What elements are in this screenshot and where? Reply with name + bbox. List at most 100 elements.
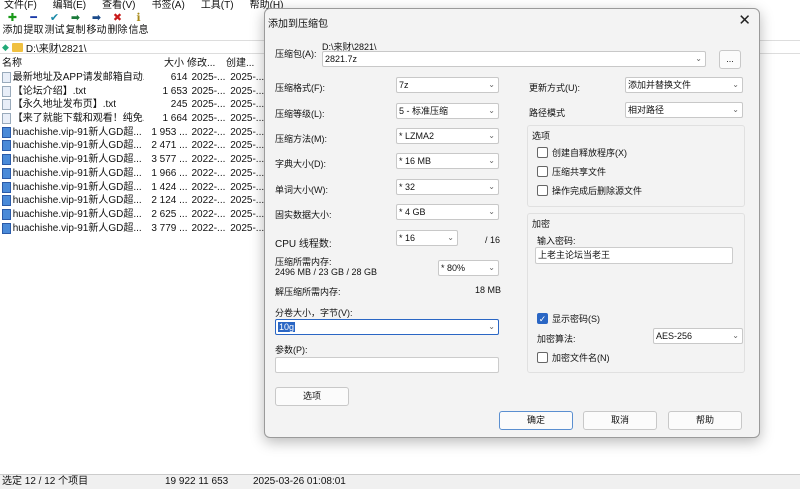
toolbar-button[interactable]: ➡ 移动 <box>86 12 107 38</box>
update-mode-select[interactable]: 添加并替换文件 ⌄ <box>625 77 743 93</box>
chevron-down-icon: ⌄ <box>488 80 495 89</box>
split-size-combo[interactable]: 10g ⌄ <box>275 319 499 335</box>
column-created[interactable]: 创建... <box>224 57 264 71</box>
checkbox-box <box>537 185 548 196</box>
compress-memory-value: 2496 MB / 23 GB / 28 GB <box>275 267 378 277</box>
toolbar-button[interactable]: ➡ 复制 <box>65 12 86 38</box>
file-row[interactable]: huachishe.vip-91新人GD超... 1 966 ... 2022-..… <box>0 167 265 181</box>
method-label: 压缩方法(M): <box>275 134 327 144</box>
file-row[interactable]: huachishe.vip-91新人GD超... 2 625 ... 2022-..… <box>0 208 265 222</box>
file-name: 【论坛介绍】.txt <box>12 85 87 97</box>
file-size: 614 <box>170 72 188 83</box>
solid-block-select[interactable]: * 4 GB ⌄ <box>396 204 499 220</box>
file-row[interactable]: huachishe.vip-91新人GD超... 1 953 ... 2022-..… <box>0 126 265 140</box>
file-row[interactable]: huachishe.vip-91新人GD超... 2 124 ... 2022-..… <box>0 194 265 208</box>
cancel-button[interactable]: 取消 <box>583 411 657 430</box>
parameters-input[interactable] <box>275 357 499 373</box>
text-file-icon <box>2 85 11 97</box>
column-modified[interactable]: 修改... <box>184 57 224 71</box>
folder-icon <box>11 42 23 52</box>
image-file-icon <box>2 126 11 138</box>
chevron-down-icon: ⌄ <box>732 80 739 89</box>
file-row[interactable]: 【永久地址发布页】.txt 245 2025-... 2025-... <box>0 98 265 112</box>
shared-files-checkbox[interactable]: 压缩共享文件 <box>537 165 606 178</box>
solid-block-value: * 4 GB <box>399 207 426 217</box>
delete-after-checkbox[interactable]: 操作完成后删除源文件 <box>537 184 642 197</box>
file-row[interactable]: huachishe.vip-91新人GD超... 2 471 ... 2022-..… <box>0 139 265 153</box>
file-modified: 2025-... <box>191 85 226 97</box>
encrypt-names-checkbox[interactable]: 加密文件名(N) <box>537 351 610 364</box>
path-mode-select[interactable]: 相对路径 ⌄ <box>625 102 743 118</box>
file-name: huachishe.vip-91新人GD超... <box>12 126 142 138</box>
menu-item[interactable]: 书签(A) <box>151 0 190 12</box>
status-selection: 选定 12 / 12 个项目 <box>2 476 89 487</box>
chevron-down-icon: ⌄ <box>695 54 702 63</box>
toolbar-button[interactable]: ℹ 信息 <box>128 12 149 38</box>
encrypt-names-label: 加密文件名(N) <box>552 353 610 363</box>
checkbox-box <box>537 166 548 177</box>
chevron-down-icon: ⌄ <box>488 106 495 115</box>
menu-item[interactable]: 工具(T) <box>201 0 240 12</box>
word-size-select[interactable]: * 32 ⌄ <box>396 179 499 195</box>
help-button[interactable]: 帮助 <box>668 411 742 430</box>
menu-item[interactable]: 文件(F) <box>4 0 43 12</box>
image-file-icon <box>2 140 11 152</box>
toolbar-button[interactable]: ✚ 添加 <box>2 12 23 38</box>
file-created: 2025-... <box>230 113 265 125</box>
file-name: 【永久地址发布页】.txt <box>12 99 117 111</box>
text-file-icon <box>2 72 11 83</box>
password-input[interactable]: 上老主论坛当老王 <box>535 247 733 264</box>
method-select[interactable]: * LZMA2 ⌄ <box>396 128 499 144</box>
image-file-icon <box>2 222 11 234</box>
file-row[interactable]: huachishe.vip-91新人GD超... 1 424 ... 2022-..… <box>0 181 265 195</box>
toolbar-button[interactable]: ━ 提取 <box>23 12 44 38</box>
toolbar-button-label: 复制 <box>65 25 86 36</box>
toolbar-button[interactable]: ✖ 删除 <box>107 12 128 38</box>
memory-percent-select[interactable]: * 80% ⌄ <box>438 260 499 276</box>
sfx-checkbox[interactable]: 创建自释放程序(X) <box>537 146 627 159</box>
path-mode-value: 相对路径 <box>628 105 665 115</box>
dictionary-value: * 16 MB <box>399 156 432 166</box>
password-label: 输入密码: <box>537 236 576 246</box>
chevron-down-icon: ⌄ <box>488 156 495 165</box>
toolbar-button-label: 测试 <box>44 25 65 36</box>
file-size: 1 424 ... <box>151 181 188 193</box>
column-name[interactable]: 名称 <box>0 57 148 71</box>
file-modified: 2025-... <box>191 113 226 125</box>
column-size[interactable]: 大小 <box>148 57 184 71</box>
archive-name-combo[interactable]: 2821.7z ⌄ <box>322 51 706 67</box>
options-button[interactable]: 选项 <box>275 387 349 406</box>
encryption-method-select[interactable]: AES-256 ⌄ <box>653 328 743 344</box>
cpu-threads-select[interactable]: * 16 ⌄ <box>396 230 458 246</box>
move-arrow-icon: ➡ <box>91 12 102 24</box>
file-name: huachishe.vip-91新人GD超... <box>12 140 142 152</box>
file-created: 2025-... <box>230 72 265 83</box>
folder-up-icon[interactable]: ◆ <box>2 42 9 53</box>
level-select[interactable]: 5 - 标准压缩 ⌄ <box>396 103 499 119</box>
ok-button[interactable]: 确定 <box>499 411 573 430</box>
file-row[interactable]: 最新地址及APP请发邮箱自动... 614 2025-... 2025-... <box>0 71 265 85</box>
file-name: huachishe.vip-91新人GD超... <box>12 222 142 234</box>
browse-button[interactable]: ... <box>719 50 741 69</box>
file-row[interactable]: huachishe.vip-91新人GD超... 3 577 ... 2022-..… <box>0 153 265 167</box>
encryption-group-title: 加密 <box>532 219 551 229</box>
show-password-checkbox[interactable]: ✓ 显示密码(S) <box>537 312 600 325</box>
format-select[interactable]: 7z ⌄ <box>396 77 499 93</box>
copy-arrow-icon: ➡ <box>70 12 81 24</box>
toolbar-button-label: 添加 <box>2 25 23 36</box>
menu-item[interactable]: 编辑(E) <box>53 0 92 12</box>
file-row[interactable]: huachishe.vip-91新人GD超... 3 779 ... 2022-..… <box>0 222 265 236</box>
file-row[interactable]: 【来了就能下载和观看！纯免... 1 664 2025-... 2025-... <box>0 112 265 126</box>
dictionary-select[interactable]: * 16 MB ⌄ <box>396 153 499 169</box>
file-row[interactable]: 【论坛介绍】.txt 1 653 2025-... 2025-... <box>0 85 265 99</box>
toolbar-button-label: 删除 <box>107 25 128 36</box>
toolbar-button[interactable]: ✔ 测试 <box>44 12 65 38</box>
close-icon[interactable]: ✕ <box>738 11 751 29</box>
menu-item[interactable]: 查看(V) <box>102 0 141 12</box>
options-group-title: 选项 <box>532 131 551 141</box>
checkbox-box <box>537 147 548 158</box>
file-modified: 2022-... <box>191 208 226 220</box>
delete-icon: ✖ <box>112 12 123 24</box>
delete-after-label: 操作完成后删除源文件 <box>552 186 643 196</box>
chevron-down-icon: ⌄ <box>488 322 495 331</box>
